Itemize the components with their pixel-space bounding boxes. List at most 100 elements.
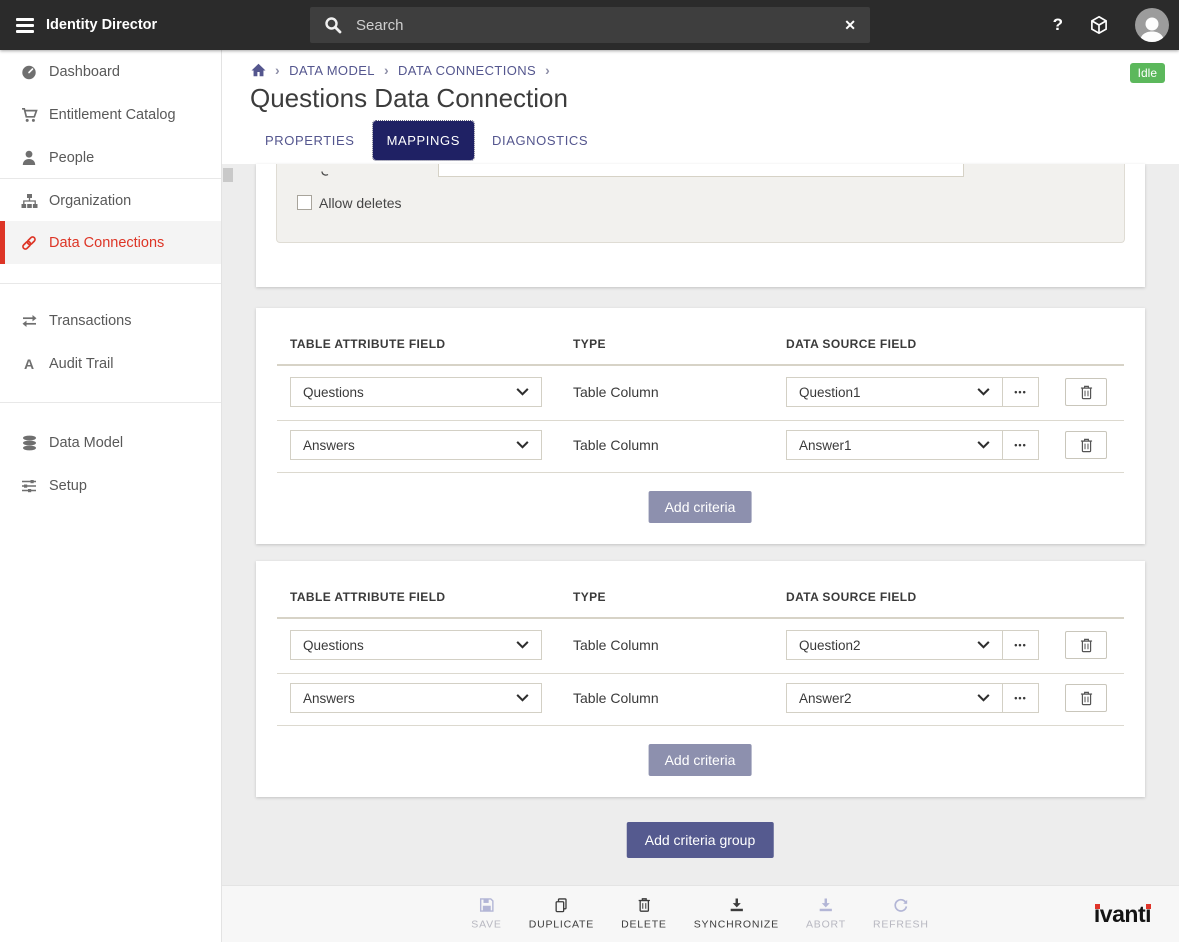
- abort-button: ABORT: [806, 898, 846, 931]
- trash-icon: [1080, 638, 1093, 653]
- chevron-down-icon: [516, 694, 529, 702]
- sidebar-divider: [0, 283, 221, 284]
- table-attribute-dropdown[interactable]: Questions: [290, 377, 542, 407]
- data-source-dropdown[interactable]: Answer2: [786, 683, 1003, 713]
- sidebar-item-label: Data Model: [49, 435, 123, 451]
- column-header-data-source-field: DATA SOURCE FIELD: [786, 337, 917, 351]
- settings-card: Allow deletes: [256, 164, 1145, 287]
- logo-red-dot: [1095, 904, 1100, 909]
- data-source-dropdown[interactable]: Answer1: [786, 430, 1003, 460]
- delete-row-button[interactable]: [1065, 684, 1107, 712]
- type-value: Table Column: [573, 437, 659, 453]
- table-attribute-dropdown[interactable]: Answers: [290, 430, 542, 460]
- row-divider: [277, 420, 1124, 421]
- more-options-button[interactable]: •••: [1002, 630, 1039, 660]
- type-value: Table Column: [573, 690, 659, 706]
- delete-button[interactable]: DELETE: [621, 898, 667, 931]
- clear-search-icon[interactable]: ✕: [844, 18, 856, 32]
- chevron-down-icon: [516, 441, 529, 449]
- gauge-icon: [20, 64, 38, 80]
- trash-icon: [1080, 691, 1093, 706]
- column-header-data-source-field: DATA SOURCE FIELD: [786, 590, 917, 604]
- search-input[interactable]: [354, 16, 832, 35]
- action-label: SYNCHRONIZE: [694, 919, 779, 931]
- allow-deletes-label: Allow deletes: [319, 195, 402, 211]
- delete-row-button[interactable]: [1065, 631, 1107, 659]
- tab-properties[interactable]: PROPERTIES: [251, 121, 369, 160]
- main-content: › DATA MODEL › DATA CONNECTIONS › Idle Q…: [222, 50, 1179, 942]
- download-icon: [729, 898, 744, 914]
- sidebar-item-people[interactable]: People: [0, 136, 221, 179]
- dropdown-value: Answer2: [799, 691, 852, 706]
- breadcrumb: › DATA MODEL › DATA CONNECTIONS ›: [251, 62, 550, 78]
- breadcrumb-link-data-connections[interactable]: DATA CONNECTIONS: [398, 63, 536, 78]
- home-icon[interactable]: [251, 63, 266, 77]
- add-criteria-group-button[interactable]: Add criteria group: [627, 822, 774, 858]
- table-attribute-dropdown[interactable]: Answers: [290, 683, 542, 713]
- link-icon: [20, 235, 38, 251]
- sidebar-item-label: Setup: [49, 478, 87, 494]
- database-icon: [20, 435, 38, 451]
- sidebar-item-entitlement-catalog[interactable]: Entitlement Catalog: [0, 93, 221, 136]
- scrollbar-thumb[interactable]: [223, 168, 233, 182]
- action-label: DUPLICATE: [529, 919, 594, 931]
- save-button: SAVE: [471, 898, 501, 931]
- synchronize-button[interactable]: SYNCHRONIZE: [694, 898, 779, 931]
- allow-deletes-checkbox[interactable]: [297, 195, 312, 210]
- refresh-button: REFRESH: [873, 898, 929, 931]
- sitemap-icon: [20, 193, 38, 209]
- sidebar-item-transactions[interactable]: Transactions: [0, 299, 221, 342]
- table-attribute-dropdown[interactable]: Questions: [290, 630, 542, 660]
- hamburger-menu-icon[interactable]: [16, 18, 34, 33]
- sidebar-item-dashboard[interactable]: Dashboard: [0, 50, 221, 93]
- action-label: ABORT: [806, 919, 846, 931]
- criteria-group-card-2: TABLE ATTRIBUTE FIELD TYPE DATA SOURCE F…: [256, 561, 1145, 797]
- help-icon[interactable]: ?: [1053, 15, 1063, 35]
- chevron-down-icon: [516, 641, 529, 649]
- delete-row-button[interactable]: [1065, 378, 1107, 406]
- breadcrumb-link-data-model[interactable]: DATA MODEL: [289, 63, 375, 78]
- app-window: Identity Director ✕ ? Dashboard Entitlem…: [0, 0, 1179, 942]
- trash-icon: [637, 898, 651, 914]
- add-criteria-button[interactable]: Add criteria: [649, 744, 752, 776]
- more-options-button[interactable]: •••: [1002, 377, 1039, 407]
- chevron-down-icon: [977, 441, 990, 449]
- more-options-button[interactable]: •••: [1002, 430, 1039, 460]
- more-options-button[interactable]: •••: [1002, 683, 1039, 713]
- duplicate-button[interactable]: DUPLICATE: [529, 898, 594, 931]
- sidebar-item-organization[interactable]: Organization: [0, 179, 221, 222]
- data-source-dropdown[interactable]: Question2: [786, 630, 1003, 660]
- sidebar-item-label: Dashboard: [49, 64, 120, 80]
- sidebar-item-data-model[interactable]: Data Model: [0, 421, 221, 464]
- tab-diagnostics[interactable]: DIAGNOSTICS: [478, 121, 602, 160]
- add-criteria-button[interactable]: Add criteria: [649, 491, 752, 523]
- type-value: Table Column: [573, 384, 659, 400]
- chevron-right-icon: ›: [275, 62, 280, 78]
- sidebar-item-setup[interactable]: Setup: [0, 464, 221, 507]
- text-input-partial[interactable]: [438, 164, 964, 177]
- sidebar-item-audit-trail[interactable]: A Audit Trail: [0, 342, 221, 385]
- tab-mappings[interactable]: MAPPINGS: [373, 121, 474, 160]
- footer-action-bar: SAVE DUPLICATE DELETE SYNCHRONIZE ABORT: [222, 885, 1179, 942]
- row-divider: [277, 725, 1124, 726]
- sliders-icon: [20, 478, 38, 494]
- dropdown-value: Question1: [799, 385, 861, 400]
- dropdown-value: Answers: [303, 691, 355, 706]
- delete-row-button[interactable]: [1065, 431, 1107, 459]
- user-avatar[interactable]: [1135, 8, 1169, 42]
- dropdown-value: Questions: [303, 638, 364, 653]
- global-search[interactable]: ✕: [310, 7, 870, 43]
- app-brand: Identity Director: [16, 0, 157, 50]
- top-bar: Identity Director ✕ ?: [0, 0, 1179, 50]
- settings-panel: Allow deletes: [276, 164, 1125, 243]
- sidebar-item-label: Transactions: [49, 313, 131, 329]
- brand-text: ivanti: [1094, 901, 1151, 927]
- apps-cube-icon[interactable]: [1089, 15, 1109, 35]
- sidebar-divider: [0, 402, 221, 403]
- audit-icon: A: [20, 357, 38, 371]
- page-header: › DATA MODEL › DATA CONNECTIONS › Idle Q…: [222, 50, 1179, 164]
- sidebar-item-data-connections[interactable]: Data Connections: [0, 221, 221, 264]
- duplicate-icon: [554, 898, 569, 914]
- logo-red-mark: [1146, 904, 1151, 909]
- data-source-dropdown[interactable]: Question1: [786, 377, 1003, 407]
